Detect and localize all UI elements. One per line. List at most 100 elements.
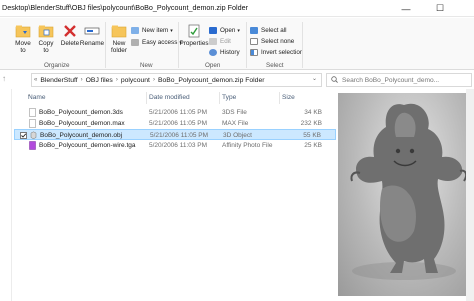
file-size: 34 KB bbox=[304, 109, 322, 116]
address-bar-row: ↑ « BlenderStuff › OBJ files › polycount… bbox=[0, 71, 474, 89]
easy-access-icon bbox=[131, 39, 139, 46]
column-divider[interactable] bbox=[146, 92, 147, 104]
rename-label: Rename bbox=[79, 40, 105, 47]
file-icon bbox=[29, 119, 36, 128]
file-size: 55 KB bbox=[303, 132, 321, 139]
file-type: 3D Object bbox=[223, 132, 252, 139]
new-item-icon bbox=[131, 27, 139, 34]
open-group-label: Open bbox=[205, 62, 221, 69]
history-icon bbox=[209, 49, 217, 56]
easy-access-button[interactable]: Easy access ▾ bbox=[131, 38, 182, 47]
history-label: History bbox=[220, 49, 240, 56]
edit-label: Edit bbox=[220, 38, 231, 45]
select-all-label: Select all bbox=[261, 27, 287, 34]
chevron-left-icon: « bbox=[34, 77, 38, 83]
organize-group-label: Organize bbox=[44, 62, 70, 69]
chevron-down-icon: ▾ bbox=[170, 27, 173, 34]
breadcrumb-polycount[interactable]: polycount bbox=[121, 77, 150, 84]
file-type: Affinity Photo File bbox=[222, 142, 273, 149]
breadcrumb-zip-folder[interactable]: BoBo_Polycount_demon.zip Folder bbox=[158, 77, 265, 84]
file-size: 232 KB bbox=[300, 120, 322, 127]
demon-model-render bbox=[350, 103, 468, 280]
file-size: 25 KB bbox=[304, 142, 322, 149]
address-bar[interactable]: « BlenderStuff › OBJ files › polycount ›… bbox=[31, 73, 322, 87]
folder-icon bbox=[15, 24, 31, 38]
move-to-label: Move to bbox=[15, 40, 31, 54]
3d-object-icon bbox=[30, 131, 37, 140]
new-item-button[interactable]: New item ▾ bbox=[131, 26, 173, 35]
folder-icon bbox=[38, 24, 54, 38]
rename-button[interactable]: Rename bbox=[79, 24, 105, 47]
ribbon: Move to Copy to Delete Rename Organize N… bbox=[0, 18, 474, 70]
window-title: Desktop\BlenderStuff\OBJ files\polycount… bbox=[2, 3, 248, 12]
rename-icon bbox=[84, 24, 100, 38]
delete-label: Delete bbox=[60, 40, 80, 47]
table-row[interactable]: BoBo_Polycount_demon.max 5/21/2006 11:05… bbox=[14, 118, 336, 129]
select-all-button[interactable]: Select all bbox=[250, 26, 287, 35]
new-folder-icon bbox=[111, 24, 127, 38]
table-row[interactable]: BoBo_Polycount_demon-wire.tga 5/20/2006 … bbox=[14, 140, 336, 151]
select-all-icon bbox=[250, 27, 258, 34]
invert-selection-icon bbox=[250, 49, 258, 56]
title-bar: Desktop\BlenderStuff\OBJ files\polycount… bbox=[0, 0, 474, 17]
column-header-date[interactable]: Date modified bbox=[149, 94, 190, 101]
open-icon bbox=[209, 27, 217, 34]
preview-pane bbox=[338, 89, 474, 301]
easy-access-label: Easy access bbox=[142, 39, 178, 46]
open-button[interactable]: Open ▾ bbox=[209, 26, 240, 35]
column-header-name[interactable]: Name bbox=[28, 94, 46, 101]
search-placeholder: Search BoBo_Polycount_demo... bbox=[342, 76, 440, 84]
up-arrow-icon[interactable]: ↑ bbox=[2, 74, 6, 83]
row-checkbox[interactable] bbox=[20, 132, 27, 139]
invert-selection-label: Invert selection bbox=[261, 49, 304, 56]
file-date: 5/21/2006 11:05 PM bbox=[149, 109, 208, 116]
delete-button[interactable]: Delete bbox=[59, 24, 81, 47]
file-date: 5/20/2006 11:03 PM bbox=[149, 142, 208, 149]
properties-icon bbox=[186, 24, 202, 38]
chevron-down-icon: ▾ bbox=[237, 27, 240, 34]
maximize-button[interactable]: ☐ bbox=[428, 0, 452, 17]
chevron-right-icon: › bbox=[152, 77, 155, 83]
ribbon-divider bbox=[105, 22, 106, 68]
edit-button[interactable]: Edit bbox=[209, 37, 231, 46]
column-header-type[interactable]: Type bbox=[222, 94, 236, 101]
new-folder-button[interactable]: New folder bbox=[108, 24, 130, 54]
file-name: BoBo_Polycount_demon.obj bbox=[40, 132, 123, 139]
search-box[interactable]: Search BoBo_Polycount_demo... bbox=[326, 73, 472, 87]
3d-model-preview[interactable] bbox=[338, 93, 471, 296]
column-header-size[interactable]: Size bbox=[282, 94, 295, 101]
select-none-icon bbox=[250, 38, 258, 45]
properties-label: Properties bbox=[179, 40, 209, 47]
navigation-pane[interactable] bbox=[0, 89, 12, 301]
select-group-label: Select bbox=[266, 62, 284, 69]
column-divider[interactable] bbox=[279, 92, 280, 104]
table-row[interactable]: BoBo_Polycount_demon.3ds 5/21/2006 11:05… bbox=[14, 107, 336, 118]
breadcrumb-obj-files[interactable]: OBJ files bbox=[86, 77, 113, 84]
chevron-down-icon[interactable]: ⌄ bbox=[312, 75, 317, 82]
minimize-button[interactable]: — bbox=[394, 0, 418, 17]
invert-selection-button[interactable]: Invert selection bbox=[250, 48, 303, 57]
delete-x-icon bbox=[62, 24, 78, 38]
image-file-icon bbox=[29, 141, 36, 150]
select-none-label: Select none bbox=[261, 38, 295, 45]
file-name: BoBo_Polycount_demon.max bbox=[39, 120, 125, 127]
history-button[interactable]: History bbox=[209, 48, 240, 57]
new-item-label: New item bbox=[142, 27, 169, 34]
chevron-right-icon: › bbox=[115, 77, 118, 83]
file-type: 3DS File bbox=[222, 109, 247, 116]
file-type: MAX File bbox=[222, 120, 249, 127]
column-divider[interactable] bbox=[219, 92, 220, 104]
file-name: BoBo_Polycount_demon-wire.tga bbox=[39, 142, 136, 149]
select-none-button[interactable]: Select none bbox=[250, 37, 294, 46]
table-row-selected[interactable]: BoBo_Polycount_demon.obj 5/21/2006 11:05… bbox=[14, 129, 336, 140]
chevron-right-icon: › bbox=[80, 77, 83, 83]
properties-button[interactable]: Properties bbox=[179, 24, 209, 47]
preview-scrollbar[interactable] bbox=[466, 89, 474, 301]
open-label: Open bbox=[220, 27, 236, 34]
ribbon-divider bbox=[302, 22, 303, 68]
copy-to-button[interactable]: Copy to bbox=[35, 24, 57, 54]
file-list: ^ Name Date modified Type Size BoBo_Poly… bbox=[14, 89, 336, 301]
edit-icon bbox=[209, 38, 217, 45]
move-to-button[interactable]: Move to bbox=[12, 24, 34, 54]
breadcrumb-blenderstuff[interactable]: BlenderStuff bbox=[40, 77, 77, 84]
